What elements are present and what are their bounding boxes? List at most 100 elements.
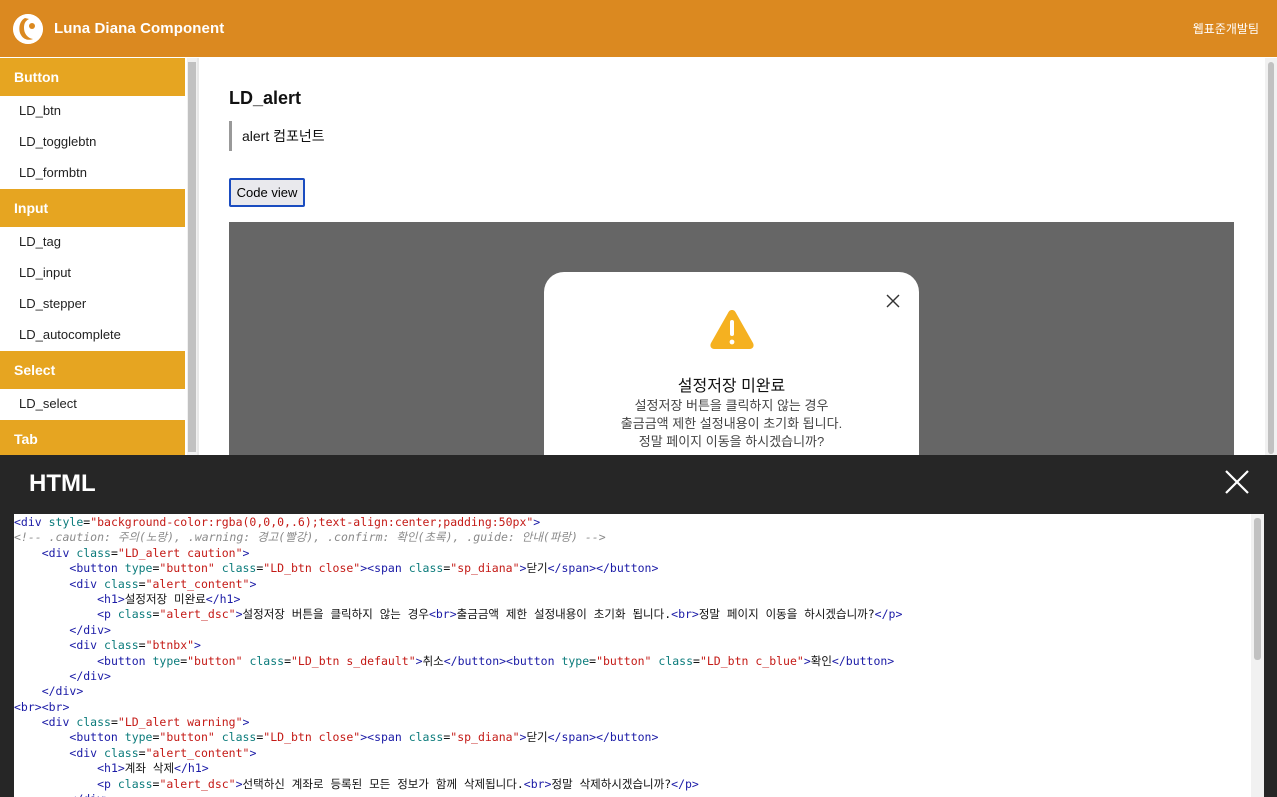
code-line: <div class="alert_content"> bbox=[14, 746, 1251, 761]
code-line: </div> bbox=[14, 684, 1251, 699]
code-token: type bbox=[561, 653, 590, 668]
code-token: > bbox=[803, 653, 811, 668]
code-line: <br><br> bbox=[14, 700, 1251, 715]
sidebar-item-ld-stepper[interactable]: LD_stepper bbox=[0, 289, 185, 320]
brand-title[interactable]: Luna Diana Component bbox=[54, 20, 224, 37]
alert-title: 설정저장 미완료 bbox=[677, 378, 786, 395]
code-token: "button" bbox=[596, 653, 659, 668]
modal-title: HTML bbox=[29, 470, 96, 497]
code-token: "button" bbox=[159, 730, 222, 745]
page-title: LD_alert bbox=[229, 88, 302, 108]
code-token: "alert_dsc" bbox=[159, 607, 236, 622]
code-token: ><span bbox=[360, 561, 409, 576]
code-block[interactable]: <div style = "background-color:rgba(0,0,0,… bbox=[14, 514, 1251, 797]
code-token: "background-color:rgba(0,0,0,.6);text-al… bbox=[90, 515, 534, 529]
code-token: </span></button> bbox=[547, 730, 659, 745]
sidebar-item-ld-togglebtn[interactable]: LD_togglebtn bbox=[0, 127, 185, 158]
sidebar-item-ld-tag[interactable]: LD_tag bbox=[0, 227, 185, 258]
code-scrollbar-thumb[interactable] bbox=[1254, 518, 1261, 660]
code-line: <p class="alert_dsc">설정저장 버튼을 클릭하지 않는 경우… bbox=[14, 607, 1251, 622]
code-token: type bbox=[124, 730, 153, 745]
sidebar-category-input[interactable]: Input bbox=[0, 189, 185, 227]
code-view-button[interactable]: Code view bbox=[229, 178, 305, 207]
code-token: </h1> bbox=[205, 591, 241, 606]
sidebar-item-ld-autocomplete[interactable]: LD_autocomplete bbox=[0, 320, 185, 351]
alert-description-line: 설정저장 버튼을 클릭하지 않는 경우 bbox=[634, 398, 829, 413]
code-line: </div> bbox=[14, 669, 1251, 684]
alert-description-line: 출금금액 제한 설정내용이 초기화 됩니다. bbox=[620, 416, 843, 431]
code-token: class bbox=[117, 607, 153, 622]
code-token: > bbox=[242, 545, 250, 560]
sidebar-item-ld-select[interactable]: LD_select bbox=[0, 389, 185, 420]
alert-description-line: 정말 페이지 이동을 하시겠습니까? bbox=[638, 434, 825, 449]
code-token: > bbox=[415, 653, 423, 668]
sidebar-item-ld-formbtn[interactable]: LD_formbtn bbox=[0, 158, 185, 189]
code-token: <button bbox=[69, 561, 125, 576]
sidebar-scrollbar-thumb[interactable] bbox=[188, 62, 196, 452]
sidebar-category-tab[interactable]: Tab bbox=[0, 420, 185, 455]
code-token: class bbox=[408, 730, 444, 745]
code-token: > bbox=[194, 638, 201, 653]
code-token: 닫기 bbox=[526, 730, 548, 745]
code-token: <!-- .caution: 주의(노랑), .warning: 경고(빨강),… bbox=[14, 530, 606, 545]
sidebar-item-ld-input[interactable]: LD_input bbox=[0, 258, 185, 289]
code-token: </p> bbox=[671, 776, 699, 791]
alert-description: 설정저장 버튼을 클릭하지 않는 경우 출금금액 제한 설정내용이 초기화 됩니… bbox=[544, 397, 919, 451]
code-token: 계좌 삭제 bbox=[124, 761, 175, 776]
close-icon[interactable] bbox=[882, 290, 904, 312]
code-token: "LD_btn c_blue" bbox=[699, 653, 804, 668]
code-token: class bbox=[104, 638, 139, 653]
code-token: class bbox=[221, 730, 257, 745]
code-line: <button type="button" class="LD_btn s_de… bbox=[14, 654, 1251, 669]
code-token: = bbox=[138, 576, 146, 591]
code-token: "alert_content" bbox=[145, 576, 250, 591]
code-token: class bbox=[104, 576, 139, 591]
code-token: </button> bbox=[831, 653, 895, 668]
code-line: </div> bbox=[14, 792, 1251, 797]
main-scrollbar[interactable] bbox=[1265, 58, 1277, 455]
luna-logo-icon[interactable] bbox=[13, 13, 43, 44]
sidebar-scrollbar[interactable] bbox=[187, 58, 197, 455]
modal-close-icon[interactable] bbox=[1222, 467, 1252, 497]
code-token: 정말 페이지 이동을 하시겠습니까? bbox=[698, 607, 875, 622]
code-token: "LD_alert warning" bbox=[117, 715, 243, 730]
code-token: > bbox=[235, 776, 243, 791]
code-token: </h1> bbox=[174, 761, 209, 776]
sidebar-category-select[interactable]: Select bbox=[0, 351, 185, 389]
code-line: <div class="LD_alert caution"> bbox=[14, 546, 1251, 561]
main-content: LD_alert alert 컴포넌트 Code view 설정저장 미완료 설… bbox=[199, 58, 1265, 455]
code-token: class bbox=[76, 715, 111, 730]
code-token: </div> bbox=[41, 684, 84, 699]
code-token: = bbox=[693, 653, 700, 668]
code-token: "button" bbox=[159, 561, 222, 576]
sidebar-category-button[interactable]: Button bbox=[0, 58, 185, 96]
code-line: <h1>계좌 삭제</h1> bbox=[14, 761, 1251, 776]
code-scrollbar[interactable] bbox=[1251, 514, 1264, 797]
sidebar-item-ld-btn[interactable]: LD_btn bbox=[0, 96, 185, 127]
code-token: <p bbox=[97, 776, 118, 791]
code-token: 닫기 bbox=[526, 561, 548, 576]
code-token: = bbox=[110, 715, 118, 730]
code-token: "LD_btn close" bbox=[263, 561, 361, 576]
main-scrollbar-thumb[interactable] bbox=[1268, 62, 1274, 454]
code-token: class bbox=[408, 561, 444, 576]
alert-demo-area: 설정저장 미완료 설정저장 버튼을 클릭하지 않는 경우 출금금액 제한 설정내… bbox=[229, 222, 1234, 455]
code-token: <br> bbox=[428, 607, 457, 622]
code-token: > bbox=[235, 607, 243, 622]
code-token: "LD_alert caution" bbox=[117, 545, 243, 560]
code-token: <br><br> bbox=[14, 699, 70, 714]
code-token: class bbox=[221, 561, 257, 576]
code-line: <p class="alert_dsc">선택하신 계좌로 등록된 모든 정보가… bbox=[14, 777, 1251, 792]
code-token: style bbox=[48, 515, 84, 529]
code-line: <h1>설정저장 미완료</h1> bbox=[14, 592, 1251, 607]
code-token: <div bbox=[69, 576, 105, 591]
